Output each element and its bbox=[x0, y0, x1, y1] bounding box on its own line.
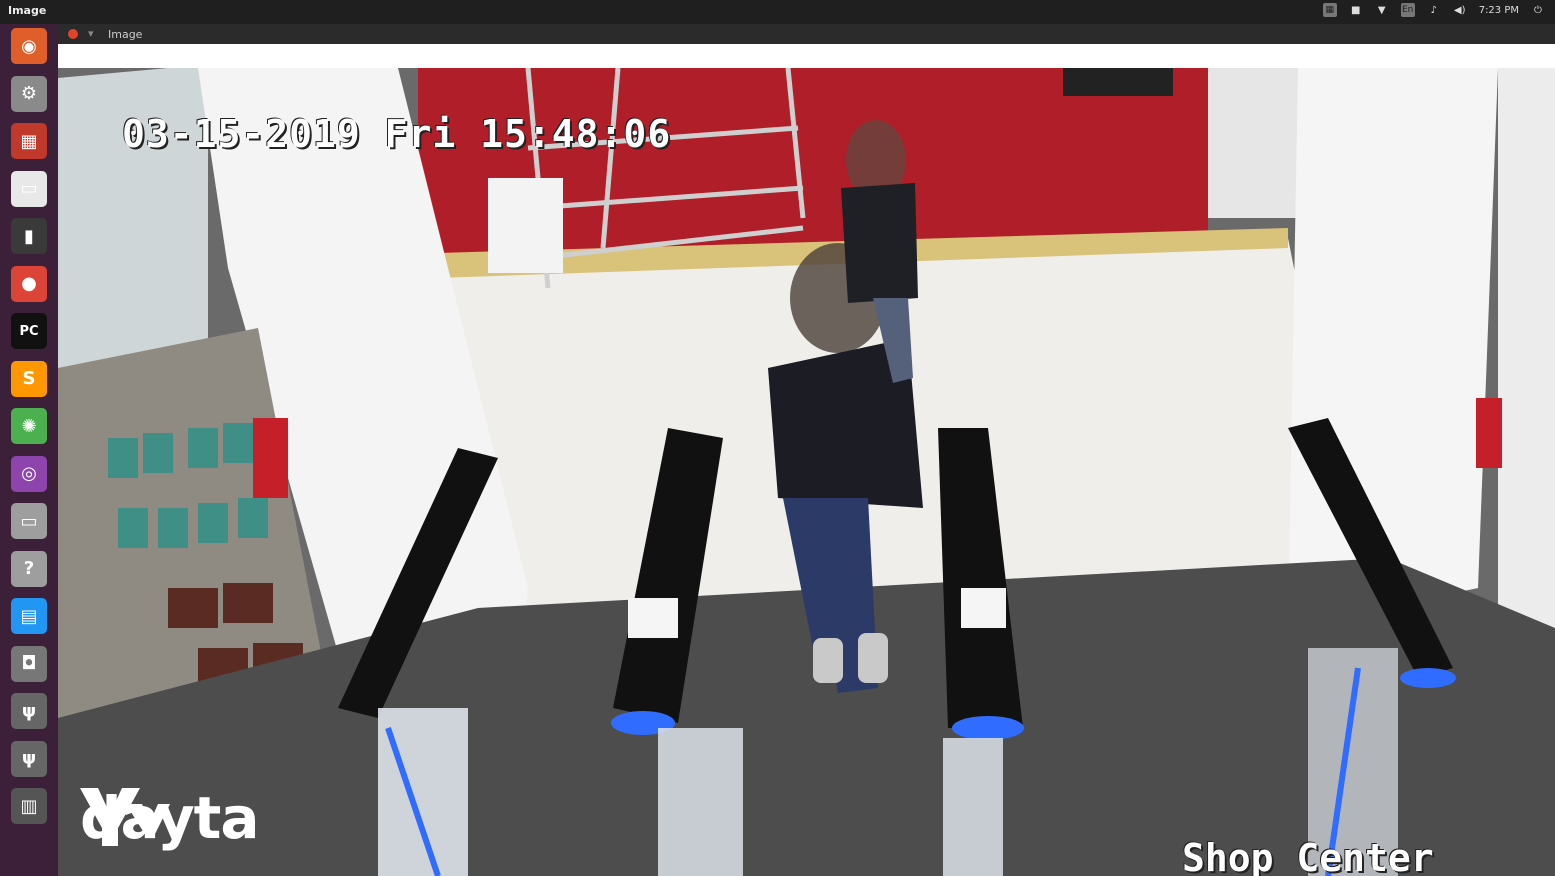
active-app-name: Image bbox=[8, 4, 47, 17]
usb-2-icon[interactable]: ψ bbox=[11, 740, 47, 777]
trash-icon[interactable]: ▥ bbox=[11, 788, 47, 824]
keyboard-icon[interactable]: ▦ bbox=[1322, 3, 1337, 17]
files-icon[interactable]: ▭ bbox=[11, 170, 47, 207]
settings-icon[interactable]: ⚙ bbox=[11, 75, 47, 112]
wifi-icon[interactable]: ▼ bbox=[1375, 3, 1389, 17]
cctv-frame bbox=[58, 68, 1555, 876]
notification-bell-icon[interactable]: ♪ bbox=[1427, 3, 1441, 17]
sublime-icon[interactable]: S bbox=[11, 360, 47, 397]
pycharm-icon[interactable]: PC bbox=[11, 313, 47, 349]
image-viewer[interactable]: 03-15-2019 Fri 15:48:06 Shop Center dayt… bbox=[58, 68, 1555, 876]
image-viewer-toolbar bbox=[58, 44, 1555, 68]
usb-icon[interactable]: ψ bbox=[11, 693, 47, 729]
power-icon[interactable]: ⏻ bbox=[1531, 3, 1545, 17]
window-title: Image bbox=[108, 28, 143, 41]
window-icon[interactable]: ▤ bbox=[11, 598, 47, 634]
ubuntu-icon[interactable]: ◉ bbox=[11, 28, 47, 64]
screenshot-icon[interactable]: ◎ bbox=[11, 455, 47, 492]
disk-icon[interactable]: ▭ bbox=[11, 503, 47, 539]
chrome-icon[interactable]: ● bbox=[11, 265, 47, 302]
launcher: ◉ ⚙ ▦ ▭ ▮ ● PC S ✺ ◎ ▭? ▤ ◘ ψ ψ ▥ bbox=[0, 24, 58, 876]
terminal-icon[interactable]: ▮ bbox=[11, 218, 47, 254]
camera-icon[interactable]: ◘ bbox=[11, 645, 47, 682]
close-icon[interactable] bbox=[68, 29, 78, 39]
top-panel: Image ▦ ■ ▼ En ♪ ◀) 7:23 PM ⏻ bbox=[0, 0, 1555, 24]
window-titlebar: ▾ Image bbox=[58, 24, 1555, 44]
dayta-logo-mark-icon bbox=[80, 788, 170, 846]
dayta-logo: dayta bbox=[80, 784, 260, 852]
input-method-icon[interactable]: En bbox=[1400, 3, 1415, 17]
indicator-area: ▦ ■ ▼ En ♪ ◀) 7:23 PM ⏻ bbox=[1322, 3, 1545, 17]
atom-icon[interactable]: ✺ bbox=[11, 408, 47, 444]
video-camera-icon[interactable]: ■ bbox=[1349, 3, 1363, 17]
menu-chevron-icon[interactable]: ▾ bbox=[88, 27, 94, 40]
help-icon[interactable]: ? bbox=[11, 550, 47, 587]
cctv-location-label: Shop Center bbox=[1182, 836, 1434, 876]
app-red-icon[interactable]: ▦ bbox=[11, 123, 47, 159]
volume-icon[interactable]: ◀) bbox=[1453, 3, 1467, 17]
clock[interactable]: 7:23 PM bbox=[1479, 5, 1519, 16]
cctv-timestamp: 03-15-2019 Fri 15:48:06 bbox=[122, 112, 672, 156]
